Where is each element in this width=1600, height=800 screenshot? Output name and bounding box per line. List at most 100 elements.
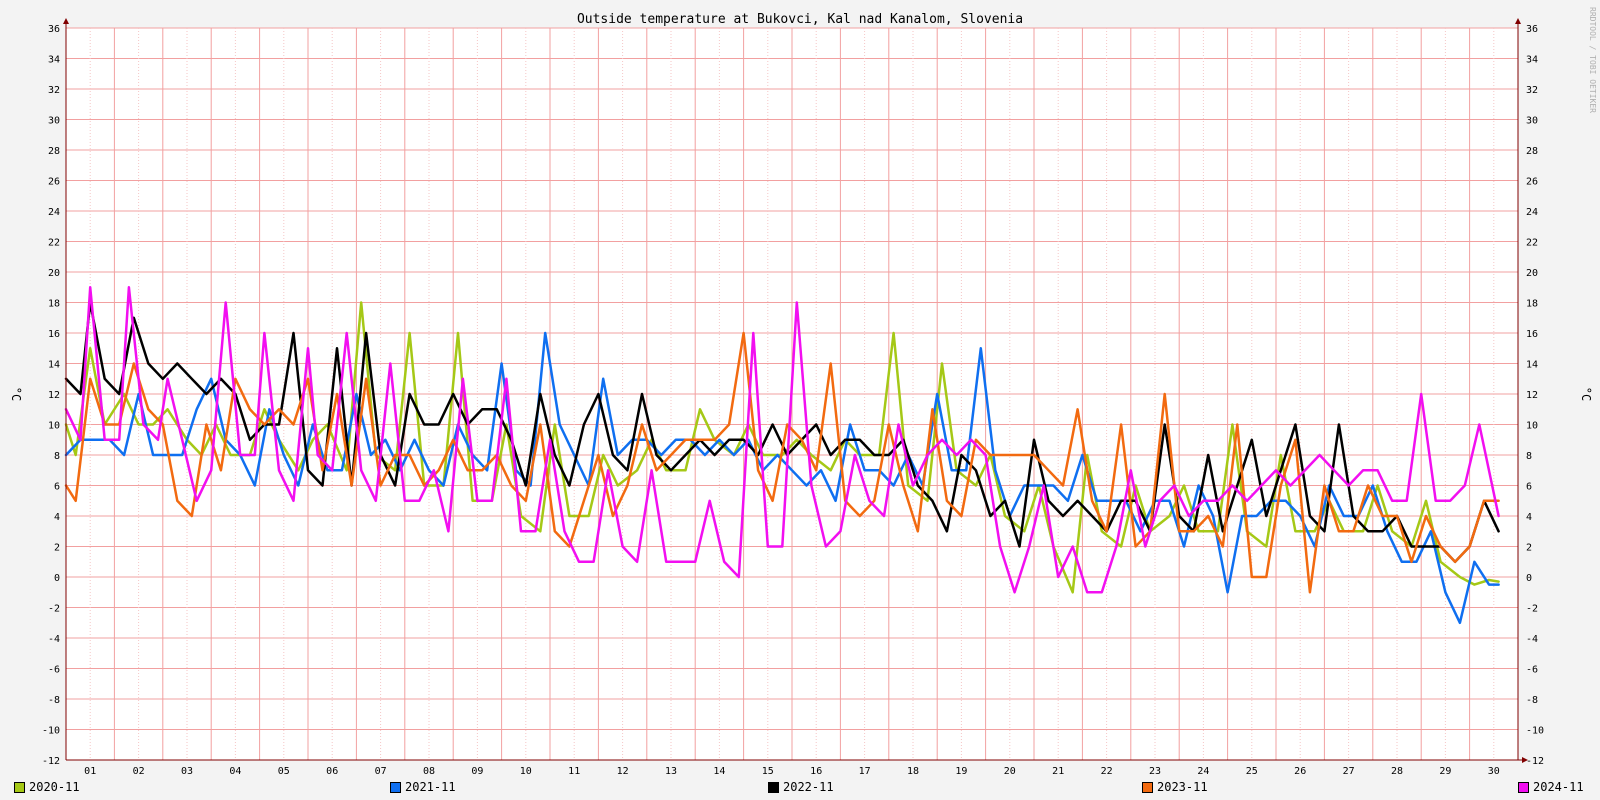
chart-title: Outside temperature at Bukovci, Kal nad …	[577, 12, 1023, 27]
x-tick-label: 14	[713, 766, 725, 777]
y-tick-label-right: 32	[1526, 85, 1538, 96]
x-tick-label: 15	[762, 766, 774, 777]
legend-swatch	[768, 781, 779, 793]
x-tick-label: 22	[1101, 766, 1113, 777]
legend-item: 2022-11	[768, 780, 834, 794]
legend-label: 2022-11	[783, 780, 834, 794]
y-tick-label-left: 34	[48, 55, 60, 66]
y-axis-label-left: °C	[9, 387, 23, 401]
y-tick-label-right: 28	[1526, 146, 1538, 157]
x-tick-label: 26	[1294, 766, 1306, 777]
x-tick-label: 28	[1391, 766, 1403, 777]
x-tick-label: 05	[278, 766, 290, 777]
y-tick-label-left: 28	[48, 146, 60, 157]
legend-swatch	[1142, 781, 1153, 793]
y-tick-label-left: 10	[48, 421, 60, 432]
y-axis-label-right: °C	[1579, 387, 1593, 401]
y-tick-label-right: 2	[1526, 543, 1532, 554]
y-tick-label-left: 20	[48, 268, 60, 279]
x-tick-label: 03	[181, 766, 193, 777]
y-tick-label-left: 12	[48, 390, 60, 401]
legend-label: 2020-11	[29, 780, 80, 794]
legend-swatch	[14, 781, 25, 793]
legend-item: 2024-11	[1518, 780, 1584, 794]
y-tick-label-left: -6	[48, 665, 60, 676]
x-tick-label: 11	[568, 766, 580, 777]
y-tick-label-left: -2	[48, 604, 60, 615]
y-tick-label-right: 0	[1526, 573, 1532, 584]
y-tick-label-right: 16	[1526, 329, 1538, 340]
x-tick-label: 08	[423, 766, 435, 777]
y-tick-label-left: 8	[54, 451, 60, 462]
y-tick-label-right: -6	[1526, 665, 1538, 676]
legend-item: 2021-11	[390, 780, 456, 794]
legend-item: 2023-11	[1142, 780, 1208, 794]
x-tick-label: 20	[1004, 766, 1016, 777]
y-tick-label-right: 20	[1526, 268, 1538, 279]
y-tick-label-right: 14	[1526, 360, 1538, 371]
x-tick-label: 18	[907, 766, 919, 777]
legend-item: 2020-11	[14, 780, 80, 794]
y-tick-label-right: 22	[1526, 238, 1538, 249]
y-tick-label-right: 24	[1526, 207, 1538, 218]
y-tick-label-right: 18	[1526, 299, 1538, 310]
y-tick-label-right: -2	[1526, 604, 1538, 615]
x-tick-label: 24	[1197, 766, 1209, 777]
y-tick-label-left: 6	[54, 482, 60, 493]
legend: 2020-11 2021-11 2022-11 2023-11 2024-11	[0, 780, 1600, 798]
y-tick-label-left: 4	[54, 512, 60, 523]
y-axis-arrow-left	[63, 18, 69, 24]
y-tick-label-left: 26	[48, 177, 60, 188]
y-tick-label-left: -10	[42, 726, 60, 737]
x-tick-label: 25	[1246, 766, 1258, 777]
y-tick-label-right: 6	[1526, 482, 1532, 493]
temperature-chart: -12 -12-10 -10-8 -8-6 -6-4 -4-2 -20 02 24 46 68 810…	[9, 7, 1597, 777]
x-tick-label: 27	[1343, 766, 1355, 777]
y-tick-label-left: -4	[48, 634, 60, 645]
y-axis-arrow-right	[1515, 18, 1521, 24]
x-tick-label: 12	[617, 766, 629, 777]
y-tick-label-left: -8	[48, 695, 60, 706]
y-tick-label-right: 4	[1526, 512, 1532, 523]
x-tick-label: 17	[859, 766, 871, 777]
y-tick-label-left: 14	[48, 360, 60, 371]
y-tick-label-left: 30	[48, 116, 60, 127]
x-tick-label: 13	[665, 766, 677, 777]
x-tick-label: 01	[84, 766, 96, 777]
legend-label: 2024-11	[1533, 780, 1584, 794]
y-tick-label-right: 30	[1526, 116, 1538, 127]
y-tick-label-left: -12	[42, 756, 60, 767]
y-tick-label-right: 34	[1526, 55, 1538, 66]
x-tick-label: 10	[520, 766, 532, 777]
y-tick-label-left: 2	[54, 543, 60, 554]
y-tick-label-right: 8	[1526, 451, 1532, 462]
legend-label: 2021-11	[405, 780, 456, 794]
legend-swatch	[390, 781, 401, 793]
y-tick-label-left: 22	[48, 238, 60, 249]
x-tick-label: 06	[326, 766, 338, 777]
y-tick-label-right: 36	[1526, 24, 1538, 35]
legend-swatch	[1518, 781, 1529, 793]
watermark: RRDTOOL / TOBI OETIKER	[1588, 7, 1597, 113]
y-tick-label-left: 16	[48, 329, 60, 340]
x-tick-label: 30	[1488, 766, 1500, 777]
y-tick-label-left: 18	[48, 299, 60, 310]
x-tick-label: 04	[229, 766, 241, 777]
x-tick-label: 29	[1439, 766, 1451, 777]
x-tick-label: 07	[375, 766, 387, 777]
y-tick-label-right: -4	[1526, 634, 1538, 645]
y-tick-label-right: -10	[1526, 726, 1544, 737]
legend-label: 2023-11	[1157, 780, 1208, 794]
y-tick-label-right: 12	[1526, 390, 1538, 401]
x-tick-label: 21	[1052, 766, 1064, 777]
y-tick-label-left: 24	[48, 207, 60, 218]
y-tick-label-right: 26	[1526, 177, 1538, 188]
y-tick-label-right: -8	[1526, 695, 1538, 706]
x-tick-label: 23	[1149, 766, 1161, 777]
y-tick-label-right: 10	[1526, 421, 1538, 432]
x-tick-label: 02	[133, 766, 145, 777]
x-tick-label: 16	[810, 766, 822, 777]
y-tick-label-left: 36	[48, 24, 60, 35]
x-tick-label: 09	[471, 766, 483, 777]
y-tick-label-left: 0	[54, 573, 60, 584]
